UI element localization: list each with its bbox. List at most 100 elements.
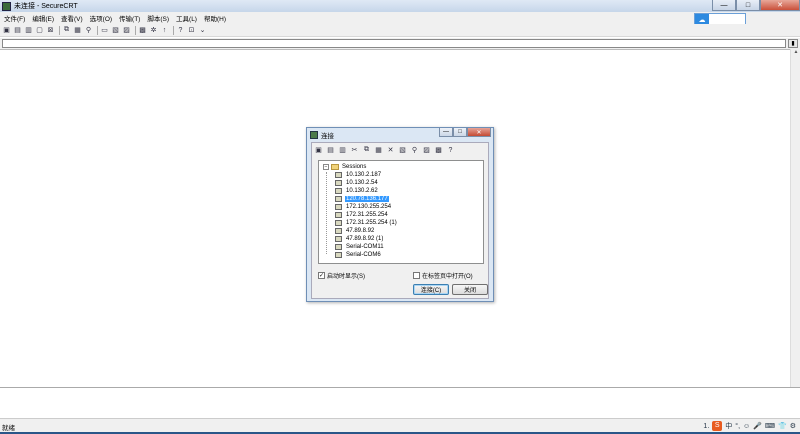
global-options-icon[interactable]: ✲ bbox=[149, 26, 158, 35]
settings-icon[interactable]: ⚙ bbox=[790, 422, 796, 430]
close-dialog-button[interactable]: 关闭 bbox=[452, 284, 488, 295]
copy-icon[interactable]: ⧉ bbox=[62, 26, 71, 35]
dialog-maximize-button[interactable]: □ bbox=[453, 128, 467, 137]
print-icon[interactable]: ▭ bbox=[100, 26, 109, 35]
session-label: 47.89.8.92 (1) bbox=[346, 236, 384, 242]
dialog-title: 连接 bbox=[321, 132, 334, 140]
connect-session-icon[interactable]: ▣ bbox=[314, 146, 323, 155]
connect-tab-icon[interactable]: ▥ bbox=[24, 26, 33, 35]
toolbar-separator bbox=[135, 25, 136, 35]
dialog-minimize-button[interactable]: — bbox=[439, 128, 453, 137]
sftp-icon[interactable]: ⊡ bbox=[187, 26, 196, 35]
dialog-window-controls: — □ ✕ bbox=[439, 128, 491, 137]
session-list: 10.130.2.187 10.130.2.54 10.130.2.62 120… bbox=[335, 171, 398, 259]
paste-icon[interactable]: ▦ bbox=[374, 146, 383, 155]
find-icon[interactable]: ⚲ bbox=[410, 146, 419, 155]
session-label: 10.130.2.62 bbox=[346, 188, 378, 194]
connect-dialog: 连接 — □ ✕ ▣ ▤ ▥ ✂ ⧉ ▦ ✕ ▧ ⚲ ▨ ▩ ? − Sessi… bbox=[306, 127, 494, 302]
sogou-ime-icon[interactable]: S bbox=[712, 421, 723, 431]
keymap-icon[interactable]: ↑ bbox=[160, 26, 169, 35]
show-on-startup-checkbox[interactable]: ✓ bbox=[318, 272, 325, 279]
copy-icon[interactable]: ⧉ bbox=[362, 146, 371, 155]
maximize-button[interactable]: □ bbox=[736, 0, 760, 11]
window-controls: — □ ✕ bbox=[712, 0, 800, 11]
tree-root[interactable]: − Sessions bbox=[323, 164, 366, 170]
open-folder-icon[interactable]: ▨ bbox=[422, 146, 431, 155]
open-in-tab-option[interactable]: 在标签页中打开(O) bbox=[413, 271, 473, 280]
dialog-body: ▣ ▤ ▥ ✂ ⧉ ▦ ✕ ▧ ⚲ ▨ ▩ ? − Sessions 10.13… bbox=[311, 142, 489, 299]
close-button[interactable]: ✕ bbox=[760, 0, 800, 11]
minimize-button[interactable]: — bbox=[712, 0, 736, 11]
session-label: 172.31.255.254 (1) bbox=[346, 220, 397, 226]
session-item[interactable]: 47.89.8.92 (1) bbox=[335, 235, 398, 243]
session-label: Serial-COM11 bbox=[346, 244, 384, 250]
print-setup-icon[interactable]: ▧ bbox=[111, 26, 120, 35]
address-dropdown-button[interactable]: ▮ bbox=[788, 39, 798, 48]
scroll-up-icon[interactable]: ▲ bbox=[791, 49, 800, 58]
menu-script[interactable]: 脚本(S) bbox=[144, 13, 172, 23]
toolbar-separator bbox=[59, 25, 60, 35]
toolbar-overflow-icon[interactable]: ⌄ bbox=[198, 26, 207, 35]
menu-options[interactable]: 选项(O) bbox=[87, 13, 115, 23]
session-item[interactable]: 10.130.2.54 bbox=[335, 179, 398, 187]
session-item-selected[interactable]: 120.78.136.177 bbox=[335, 195, 398, 203]
page-indicator: 1. bbox=[703, 422, 710, 430]
open-in-tab-checkbox[interactable] bbox=[413, 272, 420, 279]
keyboard-icon[interactable]: ⌨ bbox=[765, 422, 775, 430]
paste-icon[interactable]: ▦ bbox=[73, 26, 82, 35]
toolbar-separator bbox=[97, 25, 98, 35]
menu-bar: 文件(F) 编辑(E) 查看(V) 选项(O) 传输(T) 脚本(S) 工具(L… bbox=[0, 12, 800, 24]
punctuation-icon[interactable]: °, bbox=[735, 423, 740, 430]
session-item[interactable]: Serial-COM6 bbox=[335, 251, 398, 259]
connect-icon[interactable]: ▣ bbox=[2, 26, 11, 35]
quick-connect-icon[interactable]: ▤ bbox=[326, 146, 335, 155]
printer-icon[interactable]: ▨ bbox=[122, 26, 131, 35]
quick-connect-icon[interactable]: ▤ bbox=[13, 26, 22, 35]
session-options-icon[interactable]: ▩ bbox=[138, 26, 147, 35]
dialog-close-button[interactable]: ✕ bbox=[467, 128, 491, 137]
properties-icon[interactable]: ▧ bbox=[398, 146, 407, 155]
session-item[interactable]: 172.31.255.254 bbox=[335, 211, 398, 219]
session-item[interactable]: 47.89.8.92 bbox=[335, 227, 398, 235]
dialog-app-icon bbox=[310, 130, 318, 139]
find-icon[interactable]: ⚲ bbox=[84, 26, 93, 35]
microphone-icon[interactable]: 🎤 bbox=[753, 422, 762, 430]
session-item[interactable]: 172.31.255.254 (1) bbox=[335, 219, 398, 227]
command-window[interactable] bbox=[0, 387, 800, 413]
show-on-startup-option[interactable]: ✓ 启动时显示(S) bbox=[318, 271, 365, 280]
create-shortcut-icon[interactable]: ▩ bbox=[434, 146, 443, 155]
skin-icon[interactable]: 👕 bbox=[778, 422, 787, 430]
menu-edit[interactable]: 编辑(E) bbox=[29, 13, 57, 23]
menu-transfer[interactable]: 传输(T) bbox=[116, 13, 143, 23]
status-text: 就绪 bbox=[2, 424, 15, 432]
menu-help[interactable]: 帮助(H) bbox=[201, 13, 229, 23]
reconnect-icon[interactable]: ▢ bbox=[35, 26, 44, 35]
new-folder-icon[interactable]: ▥ bbox=[338, 146, 347, 155]
collapse-icon[interactable]: − bbox=[323, 164, 329, 170]
emoji-icon[interactable]: ☺ bbox=[743, 423, 750, 430]
menu-file[interactable]: 文件(F) bbox=[1, 13, 28, 23]
session-item[interactable]: Serial-COM11 bbox=[335, 243, 398, 251]
address-input[interactable] bbox=[2, 39, 786, 48]
session-item[interactable]: 10.130.2.62 bbox=[335, 187, 398, 195]
folder-icon bbox=[331, 164, 339, 170]
session-item[interactable]: 172.130.255.254 bbox=[335, 203, 398, 211]
session-tree[interactable]: − Sessions 10.130.2.187 10.130.2.54 10.1… bbox=[318, 160, 484, 264]
tree-connector bbox=[326, 172, 327, 254]
ime-language-toggle[interactable]: 中 bbox=[725, 421, 732, 431]
dialog-title-bar: 连接 — □ ✕ bbox=[307, 128, 493, 141]
session-icon bbox=[335, 244, 342, 250]
session-icon bbox=[335, 228, 342, 234]
vertical-scrollbar[interactable]: ▲ bbox=[790, 49, 800, 387]
session-icon bbox=[335, 252, 342, 258]
disconnect-icon[interactable]: ⊠ bbox=[46, 26, 55, 35]
help-icon[interactable]: ? bbox=[446, 146, 455, 155]
help-icon[interactable]: ? bbox=[176, 26, 185, 35]
menu-tools[interactable]: 工具(L) bbox=[173, 13, 200, 23]
connect-button[interactable]: 连接(C) bbox=[413, 284, 449, 295]
session-item[interactable]: 10.130.2.187 bbox=[335, 171, 398, 179]
menu-view[interactable]: 查看(V) bbox=[58, 13, 86, 23]
cut-icon[interactable]: ✂ bbox=[350, 146, 359, 155]
delete-icon[interactable]: ✕ bbox=[386, 146, 395, 155]
session-icon bbox=[335, 212, 342, 218]
